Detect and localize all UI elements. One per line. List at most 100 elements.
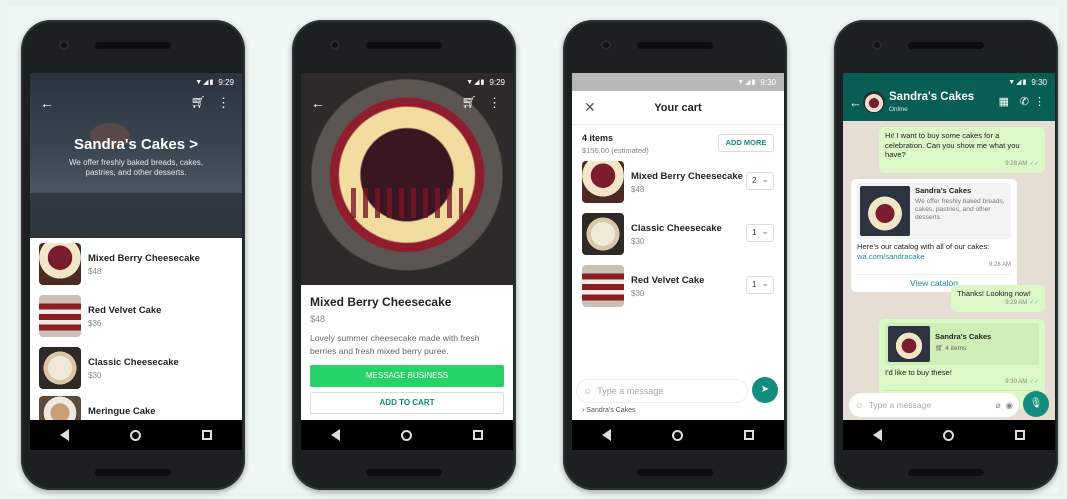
- attach-icon[interactable]: ⌀: [995, 400, 1000, 411]
- emoji-icon[interactable]: ☺: [855, 400, 864, 410]
- read-ticks-icon: ✓✓: [1028, 378, 1039, 385]
- nav-home-icon[interactable]: [129, 429, 141, 441]
- camera-dot: [330, 40, 340, 50]
- mic-button[interactable]: 🎙︎: [1023, 391, 1049, 417]
- message-placeholder: Type a message: [868, 400, 932, 410]
- catalog-card-desc: We offer freshly baked breads, cakes, pa…: [915, 197, 1005, 221]
- cart-item-count: 4 items: [582, 133, 614, 143]
- order-card[interactable]: Sandra's Cakes 🛒︎ 4 items: [885, 323, 1039, 365]
- product-thumbnail: [582, 161, 624, 203]
- cart-screen: ▼◢▮ 9:30 ✕ Your cart 4 items $156.00 (es…: [572, 73, 784, 450]
- product-price: $48: [310, 314, 326, 324]
- read-ticks-icon: ✓✓: [1028, 299, 1039, 306]
- product-thumbnail: [39, 243, 81, 285]
- message-text: Hi! I want to buy some cakes for a celeb…: [885, 131, 1020, 159]
- business-name: Sandra's Cakes: [586, 407, 636, 414]
- signal-icons: ▼◢▮: [737, 79, 757, 86]
- product-thumbnail: [582, 265, 624, 307]
- status-time: 9:30: [760, 77, 776, 87]
- mic-icon: 🎙︎: [1029, 398, 1043, 409]
- product-name: Red Velvet Cake: [631, 274, 705, 286]
- call-icon[interactable]: ✆: [1020, 95, 1029, 108]
- list-item[interactable]: Red Velvet Cake $36: [30, 290, 242, 342]
- more-icon[interactable]: ⋮: [1034, 95, 1045, 108]
- product-price: $48: [88, 266, 102, 276]
- android-nav-bar: [843, 420, 1055, 450]
- message-business-button[interactable]: MESSAGE BUSINESS: [310, 365, 504, 387]
- top-speaker: [95, 42, 171, 49]
- chat-contact-name[interactable]: Sandra's Cakes: [889, 91, 974, 103]
- cart-header: ✕ Your cart: [572, 91, 784, 125]
- message-time: 9:28 AM: [1005, 160, 1028, 167]
- back-arrow-icon[interactable]: ←: [311, 95, 325, 111]
- nav-home-icon[interactable]: [942, 429, 954, 441]
- status-bar: ▼◢▮ 9:29: [30, 73, 242, 91]
- nav-back-icon[interactable]: [331, 429, 341, 441]
- nav-home-icon[interactable]: [400, 429, 412, 441]
- product-thumbnail: [39, 347, 81, 389]
- cart-footer: › Sandra's Cakes: [582, 407, 636, 414]
- status-bar: ▼◢▮ 9:30: [572, 73, 784, 91]
- bottom-speaker: [637, 469, 713, 476]
- order-item-count: 4 items: [945, 344, 967, 352]
- nav-back-icon[interactable]: [873, 429, 883, 441]
- cart-icon[interactable]: 🛒︎: [462, 95, 477, 109]
- status-time: 9:30: [1031, 77, 1047, 87]
- back-arrow-icon[interactable]: ←: [849, 95, 862, 110]
- message-incoming: Sandra's Cakes We offer freshly baked br…: [851, 179, 1017, 292]
- business-description: We offer freshly baked breads, cakes, pa…: [69, 158, 203, 177]
- camera-icon[interactable]: ◉: [1006, 400, 1013, 411]
- business-title[interactable]: Sandra's Cakes >: [30, 136, 242, 153]
- product-thumbnail: [39, 295, 81, 337]
- nav-recent-icon[interactable]: [743, 430, 754, 440]
- quantity-select[interactable]: 2: [746, 171, 774, 190]
- nav-recent-icon[interactable]: [472, 430, 483, 440]
- product-name: Classic Cheesecake: [88, 356, 179, 368]
- shop-icon[interactable]: ▦: [999, 95, 1009, 108]
- emoji-icon[interactable]: ☺: [583, 386, 592, 396]
- nav-recent-icon[interactable]: [1014, 430, 1025, 440]
- message-time: 9:30 AM: [1005, 378, 1028, 385]
- cart-total: $156.00 (estimated): [582, 146, 649, 155]
- list-item[interactable]: Classic Cheesecake $30: [30, 342, 242, 394]
- message-input[interactable]: ☺ Type a message: [576, 379, 748, 403]
- catalog-card[interactable]: Sandra's Cakes We offer freshly baked br…: [857, 183, 1011, 239]
- order-thumbnail: [888, 326, 930, 362]
- send-button[interactable]: ➤: [752, 377, 778, 403]
- cart-row: Classic Cheesecake $30 1: [582, 212, 774, 256]
- top-speaker: [637, 42, 713, 49]
- message-text: Thanks! Looking now!: [957, 289, 1031, 298]
- contact-status: Online: [889, 106, 908, 113]
- send-icon: ➤: [760, 384, 770, 395]
- status-time: 9:29: [489, 77, 505, 87]
- product-price: $30: [631, 236, 645, 246]
- camera-dot: [872, 40, 882, 50]
- status-bar: ▼◢▮ 9:30: [843, 73, 1055, 91]
- message-text: Here's our catalog with all of our cakes…: [857, 242, 990, 251]
- avatar[interactable]: [863, 91, 885, 113]
- close-icon[interactable]: ✕: [584, 99, 596, 116]
- signal-icons: ▼◢▮: [1008, 79, 1028, 86]
- nav-recent-icon[interactable]: [201, 430, 212, 440]
- more-icon[interactable]: ⋮: [488, 95, 501, 111]
- message-outgoing: Hi! I want to buy some cakes for a celeb…: [879, 127, 1045, 173]
- phone-chat: ▼◢▮ 9:30 ← Sandra's Cakes Online ▦ ✆ ⋮ H…: [834, 20, 1058, 490]
- message-time: 9:28 AM: [988, 262, 1011, 268]
- product-name: Mixed Berry Cheesecake: [631, 170, 743, 182]
- catalog-link[interactable]: wa.com/sandracake: [857, 252, 1011, 262]
- cart-icon[interactable]: 🛒︎: [191, 95, 206, 109]
- catalog-thumbnail: [860, 186, 910, 236]
- quantity-select[interactable]: 1: [746, 223, 774, 242]
- nav-back-icon[interactable]: [602, 429, 612, 441]
- nav-back-icon[interactable]: [60, 429, 70, 441]
- cart-small-icon: 🛒︎: [935, 344, 944, 352]
- quantity-select[interactable]: 1: [746, 275, 774, 294]
- message-input[interactable]: ☺ Type a message ⌀ ◉: [849, 393, 1019, 417]
- add-more-button[interactable]: ADD MORE: [718, 134, 774, 152]
- list-item[interactable]: Mixed Berry Cheesecake $48: [30, 238, 242, 290]
- add-to-cart-button[interactable]: ADD TO CART: [310, 392, 504, 414]
- more-icon[interactable]: ⋮: [217, 95, 230, 111]
- nav-home-icon[interactable]: [671, 429, 683, 441]
- product-price: $36: [88, 318, 102, 328]
- back-arrow-icon[interactable]: ←: [40, 95, 54, 111]
